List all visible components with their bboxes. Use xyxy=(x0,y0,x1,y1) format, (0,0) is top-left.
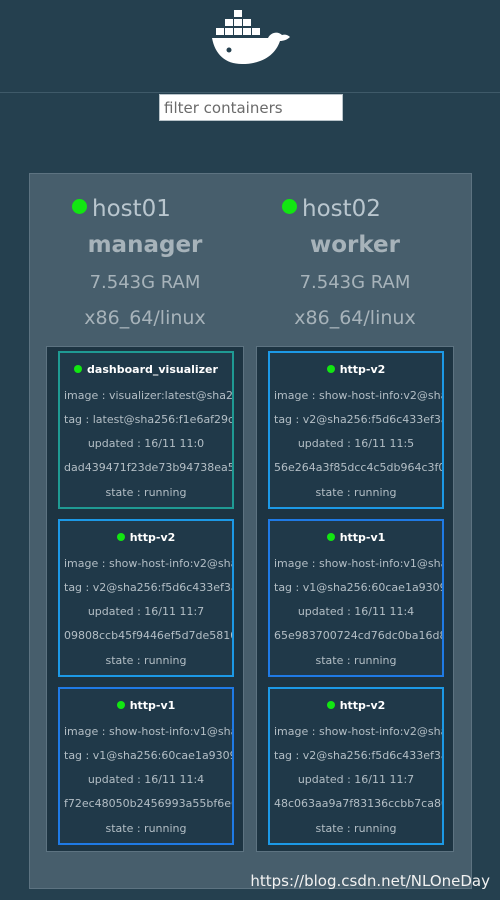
hosts-panel: host01 manager 7.543G RAM x86_64/linux d… xyxy=(29,173,472,889)
container-state: state : running xyxy=(315,654,397,667)
watermark: https://blog.csdn.net/NLOneDay xyxy=(250,872,490,890)
running-status-dot xyxy=(326,701,335,709)
container-state: state : running xyxy=(315,822,397,835)
container-tag: tag : v1@sha256:60cae1a9309 xyxy=(274,581,442,594)
docker-whale-logo xyxy=(212,10,290,64)
top-bar xyxy=(0,0,500,93)
container-id: 56e264a3f85dcc4c5db964c3f0 xyxy=(274,461,442,474)
container-title: http-v1 xyxy=(60,699,232,712)
host-column-host02: host02 worker 7.543G RAM x86_64/linux ht… xyxy=(256,174,454,890)
container-card[interactable]: http-v1 image : show-host-info:v1@sha ta… xyxy=(268,519,444,677)
container-title: http-v2 xyxy=(270,699,442,712)
host-name-text: host01 xyxy=(92,196,171,222)
container-name: dashboard_visualizer xyxy=(87,363,218,376)
container-tag: tag : v2@sha256:f5d6c433ef3a xyxy=(274,749,442,762)
container-name: http-v2 xyxy=(339,699,386,712)
container-updated: updated : 16/11 11:4 xyxy=(87,773,205,786)
host-status-dot xyxy=(72,199,87,214)
host-ram: 7.543G RAM xyxy=(299,272,411,293)
container-id: f72ec48050b2456993a55bf6e6 xyxy=(64,797,232,810)
host-ram: 7.543G RAM xyxy=(89,272,201,293)
container-tag: tag : v1@sha256:60cae1a9309 xyxy=(64,749,232,762)
container-updated: updated : 16/11 11:0 xyxy=(87,437,205,450)
host-name: host02 xyxy=(282,196,381,222)
container-state: state : running xyxy=(105,654,187,667)
container-list: dashboard_visualizer image : visualizer:… xyxy=(46,346,244,852)
container-image: image : show-host-info:v1@sha xyxy=(274,557,442,570)
container-card[interactable]: http-v1 image : show-host-info:v1@sha ta… xyxy=(58,687,234,845)
host-name-text: host02 xyxy=(302,196,381,222)
container-updated: updated : 16/11 11:5 xyxy=(297,437,415,450)
container-image: image : show-host-info:v1@sha xyxy=(64,725,232,738)
filter-containers-input[interactable] xyxy=(159,94,343,121)
container-title: http-v2 xyxy=(60,531,232,544)
host-role: worker xyxy=(309,232,400,258)
container-tag: tag : v2@sha256:f5d6c433ef3a xyxy=(64,581,232,594)
container-id: 65e983700724cd76dc0ba16d8 xyxy=(274,629,442,642)
container-title: dashboard_visualizer xyxy=(60,363,232,376)
running-status-dot xyxy=(116,533,125,541)
container-image: image : show-host-info:v2@sha xyxy=(64,557,232,570)
host-status-dot xyxy=(282,199,297,214)
container-name: http-v1 xyxy=(339,531,386,544)
container-state: state : running xyxy=(315,486,397,499)
container-title: http-v2 xyxy=(270,363,442,376)
running-status-dot xyxy=(326,365,335,373)
host-name: host01 xyxy=(72,196,171,222)
container-id: 09808ccb45f9446ef5d7de5810 xyxy=(64,629,232,642)
container-id: 48c063aa9a7f83136ccbb7ca80 xyxy=(274,797,442,810)
container-state: state : running xyxy=(105,822,187,835)
container-image: image : show-host-info:v2@sha xyxy=(274,725,442,738)
container-tag: tag : latest@sha256:f1e6af29c xyxy=(64,413,232,426)
container-name: http-v1 xyxy=(129,699,176,712)
container-card[interactable]: http-v2 image : show-host-info:v2@sha ta… xyxy=(268,351,444,509)
container-updated: updated : 16/11 11:7 xyxy=(297,773,415,786)
host-arch: x86_64/linux xyxy=(84,307,206,329)
container-title: http-v1 xyxy=(270,531,442,544)
host-role: manager xyxy=(87,232,203,258)
container-card[interactable]: http-v2 image : show-host-info:v2@sha ta… xyxy=(58,519,234,677)
container-name: http-v2 xyxy=(339,363,386,376)
container-card[interactable]: http-v2 image : show-host-info:v2@sha ta… xyxy=(268,687,444,845)
host-arch: x86_64/linux xyxy=(294,307,416,329)
container-state: state : running xyxy=(105,486,187,499)
container-updated: updated : 16/11 11:7 xyxy=(87,605,205,618)
host-column-host01: host01 manager 7.543G RAM x86_64/linux d… xyxy=(46,174,244,890)
container-list: http-v2 image : show-host-info:v2@sha ta… xyxy=(256,346,454,852)
container-updated: updated : 16/11 11:4 xyxy=(297,605,415,618)
container-image: image : show-host-info:v2@sha xyxy=(274,389,442,402)
container-id: dad439471f23de73b94738ea5 xyxy=(64,461,232,474)
container-card[interactable]: dashboard_visualizer image : visualizer:… xyxy=(58,351,234,509)
running-status-dot xyxy=(74,365,83,373)
container-name: http-v2 xyxy=(129,531,176,544)
running-status-dot xyxy=(116,701,125,709)
container-tag: tag : v2@sha256:f5d6c433ef3a xyxy=(274,413,442,426)
running-status-dot xyxy=(326,533,335,541)
container-image: image : visualizer:latest@sha256: xyxy=(64,389,232,402)
